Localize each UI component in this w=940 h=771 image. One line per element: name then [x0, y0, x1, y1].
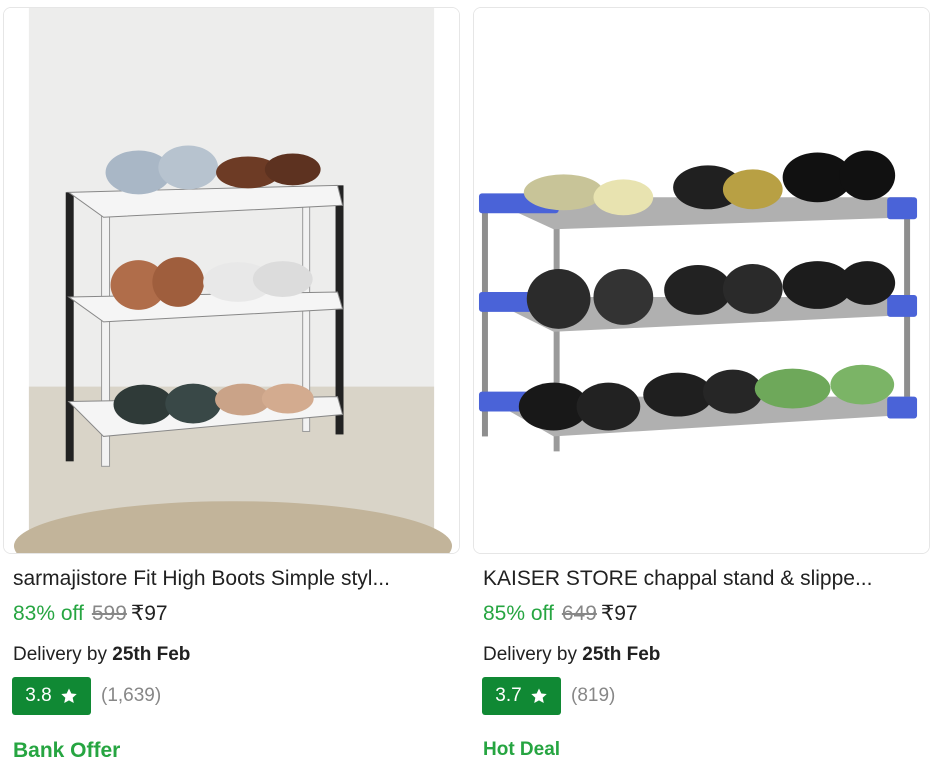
selling-price: ₹97: [130, 602, 168, 625]
rating-badge: 3.8: [12, 677, 91, 715]
shoe-rack-image: [474, 8, 929, 553]
star-icon: [530, 688, 547, 704]
product-card[interactable]: KAISER STORE chappal stand & slippe... 8…: [473, 0, 930, 771]
price-row: 83% off 599 ₹97: [13, 600, 168, 628]
discount-percent: 85% off: [483, 602, 554, 625]
delivery-date: 25th Feb: [582, 644, 661, 665]
product-card[interactable]: sarmajistore Fit High Boots Simple styl.…: [3, 0, 460, 771]
rating-value: 3.8: [25, 685, 52, 706]
rating-count: (1,639): [101, 685, 162, 706]
product-image[interactable]: [3, 7, 460, 554]
star-icon: [60, 688, 77, 704]
discount-percent: 83% off: [13, 602, 84, 625]
product-image[interactable]: [473, 7, 930, 554]
offer-tag: Bank Offer: [13, 739, 121, 762]
rating-count: (819): [571, 685, 616, 706]
selling-price: ₹97: [600, 602, 638, 625]
rating-row: 3.8 (1,639): [12, 677, 161, 715]
product-title[interactable]: sarmajistore Fit High Boots Simple styl.…: [13, 565, 453, 593]
delivery-label: Delivery by: [13, 644, 107, 665]
original-price: 599: [91, 602, 127, 625]
delivery-label: Delivery by: [483, 644, 577, 665]
delivery-info: Delivery by 25th Feb: [483, 642, 660, 668]
product-grid: sarmajistore Fit High Boots Simple styl.…: [0, 0, 940, 771]
offer-tag: Hot Deal: [483, 739, 561, 760]
rating-value: 3.7: [495, 685, 522, 706]
delivery-info: Delivery by 25th Feb: [13, 642, 190, 668]
rating-badge: 3.7: [482, 677, 561, 715]
product-title[interactable]: KAISER STORE chappal stand & slippe...: [483, 565, 923, 593]
price-row: 85% off 649 ₹97: [483, 600, 638, 628]
shoe-rack-image: [4, 8, 459, 553]
rating-row: 3.7 (819): [482, 677, 615, 715]
original-price: 649: [561, 602, 597, 625]
delivery-date: 25th Feb: [112, 644, 191, 665]
